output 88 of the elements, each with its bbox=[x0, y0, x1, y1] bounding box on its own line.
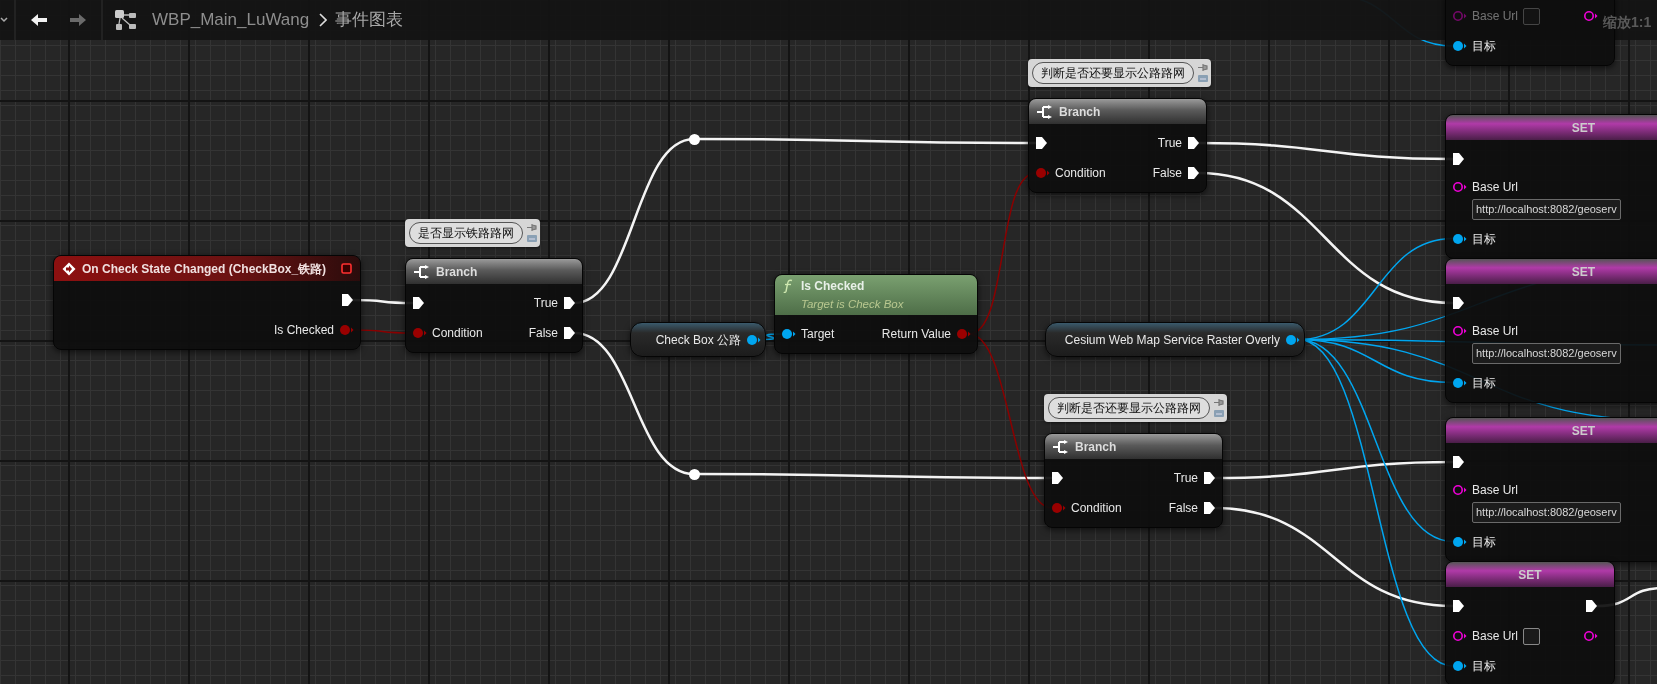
data-pin-icon[interactable] bbox=[1452, 40, 1467, 52]
node-title: Branch bbox=[436, 263, 478, 281]
pin-label: Return Value bbox=[881, 326, 951, 343]
graph-icon bbox=[115, 9, 136, 31]
exec-pin-icon[interactable] bbox=[1585, 599, 1598, 613]
node-subtitle: Target is Check Box bbox=[801, 296, 904, 312]
url-field[interactable]: http://localhost:8082/geoserv bbox=[1472, 502, 1621, 523]
event-icon bbox=[62, 261, 76, 276]
data-pin-icon[interactable] bbox=[1583, 10, 1598, 22]
pin-label: Base Url bbox=[1472, 8, 1518, 25]
chevron-down-icon[interactable] bbox=[0, 16, 8, 24]
breadcrumb-item[interactable]: 事件图表 bbox=[335, 7, 404, 33]
pin-label: 目标 bbox=[1472, 658, 1496, 675]
exec-pin-icon[interactable] bbox=[1203, 501, 1216, 515]
pin-label: Is Checked bbox=[273, 322, 334, 339]
pin-label: Base Url bbox=[1472, 482, 1518, 499]
data-pin-icon[interactable] bbox=[781, 328, 796, 340]
pin-label: Condition bbox=[1071, 500, 1122, 517]
exec-pin-icon[interactable] bbox=[563, 296, 576, 310]
data-pin-icon[interactable] bbox=[1452, 484, 1467, 496]
exec-pin-icon[interactable] bbox=[563, 326, 576, 340]
back-arrow-icon[interactable] bbox=[30, 13, 48, 27]
data-pin-icon[interactable] bbox=[1452, 630, 1467, 642]
data-pin-icon[interactable] bbox=[1452, 660, 1467, 672]
exec-pin-icon[interactable] bbox=[1187, 136, 1200, 150]
pushpin-icon[interactable] bbox=[1214, 399, 1224, 406]
pin-label: 目标 bbox=[1472, 374, 1496, 392]
pin-label: False bbox=[1168, 500, 1198, 517]
data-pin-icon[interactable] bbox=[1285, 333, 1300, 346]
exec-pin-icon[interactable] bbox=[1203, 471, 1216, 485]
pin-label: 目标 bbox=[1472, 533, 1496, 551]
branch-icon bbox=[1053, 439, 1069, 454]
pin-label: Base Url bbox=[1472, 628, 1518, 645]
pin-label: Condition bbox=[432, 325, 483, 342]
node-title: Is Checked bbox=[801, 277, 865, 295]
node-title: On Check State Changed (CheckBox_铁路) bbox=[82, 260, 327, 278]
exec-pin-icon[interactable] bbox=[1051, 471, 1064, 485]
exec-pin-icon[interactable] bbox=[341, 293, 354, 307]
node-title: SET bbox=[1571, 119, 1596, 137]
pin-label: True bbox=[533, 295, 558, 312]
function-icon bbox=[783, 278, 793, 293]
pushpin-icon[interactable] bbox=[527, 224, 537, 231]
zoom-level-label: 缩放1:1 bbox=[1603, 13, 1652, 32]
empty-field[interactable] bbox=[1523, 627, 1540, 645]
pin-label: True bbox=[1157, 135, 1182, 152]
url-field[interactable]: http://localhost:8082/geoserv bbox=[1472, 199, 1621, 220]
exec-pin-icon[interactable] bbox=[1035, 136, 1048, 150]
pin-label: Condition bbox=[1055, 165, 1106, 182]
reroute-knot[interactable] bbox=[689, 469, 700, 480]
comment-text: 判断是否还要显示公路路网 bbox=[1048, 397, 1210, 419]
pin-label: 目标 bbox=[1472, 38, 1496, 55]
reroute-knot[interactable] bbox=[689, 134, 700, 145]
delegate-pin-icon[interactable] bbox=[341, 263, 352, 274]
exec-pin-icon[interactable] bbox=[1187, 166, 1200, 180]
pin-label: Base Url bbox=[1472, 179, 1518, 196]
data-pin-icon[interactable] bbox=[1452, 181, 1467, 193]
data-pin-icon[interactable] bbox=[1452, 376, 1467, 389]
pushpin-icon[interactable] bbox=[1198, 64, 1208, 71]
branch-icon bbox=[1037, 104, 1053, 119]
node-title: SET bbox=[1518, 566, 1542, 584]
exec-pin-icon[interactable] bbox=[1452, 296, 1465, 310]
comment-text: 是否显示铁路路网 bbox=[409, 222, 523, 244]
pin-label: 目标 bbox=[1472, 230, 1496, 248]
node-title: SET bbox=[1571, 422, 1596, 440]
chevron-right-icon bbox=[319, 13, 328, 27]
data-pin-icon[interactable] bbox=[1452, 232, 1467, 245]
pin-label: Base Url bbox=[1472, 323, 1518, 340]
data-pin-icon[interactable] bbox=[746, 333, 761, 346]
pin-label: Target bbox=[801, 326, 835, 343]
branch-icon bbox=[414, 264, 430, 279]
exec-pin-icon[interactable] bbox=[412, 296, 425, 310]
pin-label: Check Box 公路 bbox=[655, 331, 741, 349]
node-title: Branch bbox=[1059, 103, 1101, 121]
node-title: SET bbox=[1571, 263, 1596, 281]
pin-label: Cesium Web Map Service Raster Overly bbox=[1064, 331, 1280, 349]
breadcrumb-item[interactable]: WBP_Main_LuWang bbox=[152, 7, 310, 33]
pin-label: True bbox=[1173, 470, 1198, 487]
exec-pin-icon[interactable] bbox=[1452, 599, 1465, 613]
comment-text: 判断是否还要显示公路路网 bbox=[1032, 62, 1194, 84]
url-field[interactable]: http://localhost:8082/geoserv bbox=[1472, 343, 1621, 364]
data-pin-icon[interactable] bbox=[1452, 325, 1467, 337]
pin-label: False bbox=[528, 325, 558, 342]
node-title: Branch bbox=[1075, 438, 1117, 456]
data-pin-icon[interactable] bbox=[1452, 535, 1467, 548]
data-pin-icon[interactable] bbox=[1583, 630, 1598, 642]
exec-pin-icon[interactable] bbox=[1452, 455, 1465, 469]
exec-pin-icon[interactable] bbox=[1452, 152, 1465, 166]
pin-label: False bbox=[1152, 165, 1182, 182]
